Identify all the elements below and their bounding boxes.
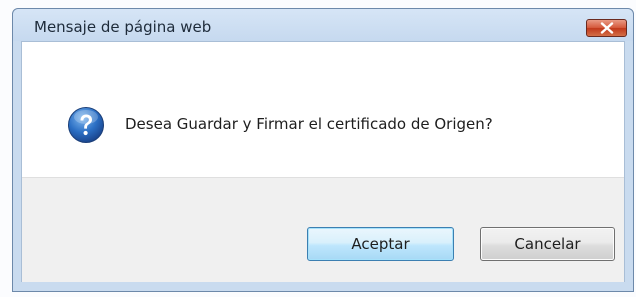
close-icon <box>600 22 613 34</box>
dialog-title: Mensaje de página web <box>34 18 212 36</box>
window-bottom-border <box>13 282 633 291</box>
dialog-message: Desea Guardar y Firmar el certificado de… <box>125 115 493 133</box>
question-icon <box>68 107 104 143</box>
screen-background: Mensaje de página web Desea Guardar y Fi… <box>0 0 636 297</box>
button-bar: Aceptar Cancelar <box>22 177 624 283</box>
accept-button[interactable]: Aceptar <box>307 227 454 261</box>
dialog-body: Desea Guardar y Firmar el certificado de… <box>21 41 625 284</box>
message-dialog: Mensaje de página web Desea Guardar y Fi… <box>12 8 634 292</box>
dialog-titlebar[interactable]: Mensaje de página web <box>13 9 633 41</box>
cancel-button[interactable]: Cancelar <box>480 227 615 261</box>
close-button[interactable] <box>586 19 627 37</box>
message-area: Desea Guardar y Firmar el certificado de… <box>22 42 624 177</box>
